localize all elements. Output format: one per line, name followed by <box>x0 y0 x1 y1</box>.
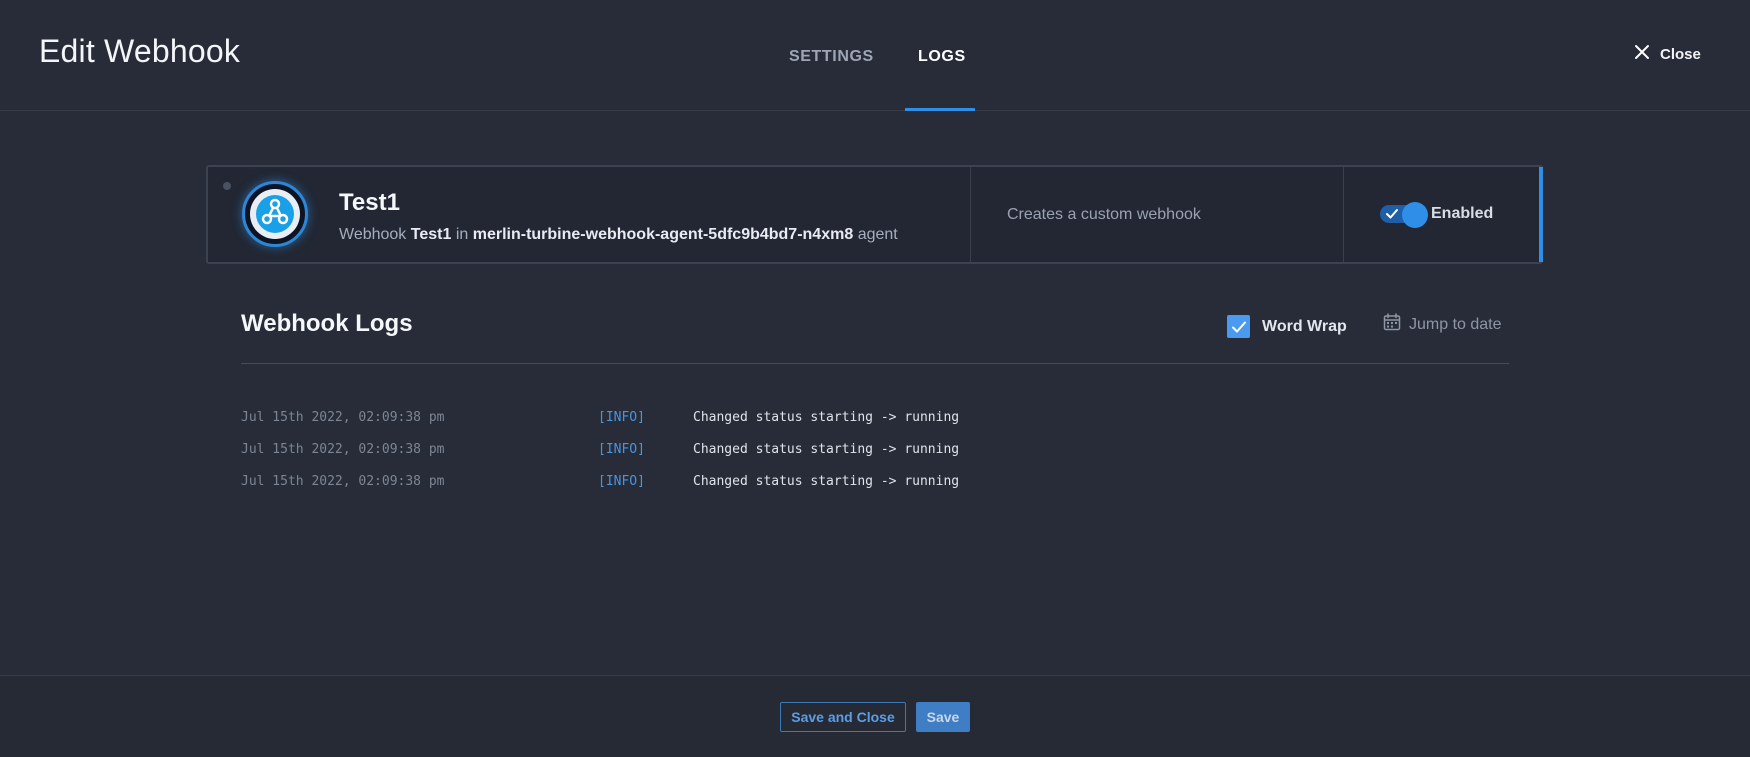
log-row: Jul 15th 2022, 02:09:38 pm [INFO] Change… <box>241 474 1509 494</box>
subtitle-suffix: agent <box>857 226 898 243</box>
log-timestamp: Jul 15th 2022, 02:09:38 pm <box>241 442 445 457</box>
subtitle-agent-name: merlin-turbine-webhook-agent-5dfc9b4bd7-… <box>472 226 854 243</box>
toggle-knob <box>1402 202 1428 228</box>
webhook-description: Creates a custom webhook <box>1007 206 1201 223</box>
log-level: [INFO] <box>598 442 645 457</box>
tab-logs[interactable]: LOGS <box>918 48 966 66</box>
webhook-card: Test1 Webhook Test1 in merlin-turbine-we… <box>206 165 1543 264</box>
webhook-icon <box>250 189 300 239</box>
close-button[interactable]: Close <box>1634 44 1701 65</box>
card-divider <box>970 167 971 262</box>
active-tab-indicator <box>905 108 975 111</box>
webhook-subtitle: Webhook Test1 in merlin-turbine-webhook-… <box>339 226 898 244</box>
log-level: [INFO] <box>598 474 645 489</box>
log-message: Changed status starting -> running <box>693 442 960 457</box>
log-row: Jul 15th 2022, 02:09:38 pm [INFO] Change… <box>241 410 1509 430</box>
logs-title: Webhook Logs <box>241 310 413 337</box>
log-row: Jul 15th 2022, 02:09:38 pm [INFO] Change… <box>241 442 1509 462</box>
jump-to-date-button[interactable]: Jump to date <box>1383 313 1502 336</box>
page-title: Edit Webhook <box>39 33 241 69</box>
check-icon <box>1386 209 1398 219</box>
status-dot <box>223 182 231 190</box>
save-button[interactable]: Save <box>916 702 970 732</box>
log-message: Changed status starting -> running <box>693 474 960 489</box>
jump-to-date-label: Jump to date <box>1409 315 1502 333</box>
card-divider <box>1343 167 1344 262</box>
subtitle-prefix: Webhook <box>339 226 407 243</box>
enabled-label: Enabled <box>1431 205 1494 222</box>
save-and-close-button[interactable]: Save and Close <box>780 702 906 732</box>
tab-settings[interactable]: SETTINGS <box>789 48 874 66</box>
enabled-toggle[interactable] <box>1380 202 1428 228</box>
webhook-name: Test1 <box>339 189 400 216</box>
calendar-icon <box>1383 313 1401 336</box>
webhook-avatar <box>242 181 308 247</box>
log-message: Changed status starting -> running <box>693 410 960 425</box>
log-timestamp: Jul 15th 2022, 02:09:38 pm <box>241 410 445 425</box>
footer: Save and Close Save <box>0 675 1750 757</box>
word-wrap-checkbox[interactable]: Word Wrap <box>1227 315 1347 338</box>
close-label: Close <box>1660 46 1701 63</box>
close-icon <box>1634 44 1650 65</box>
card-accent-bar <box>1539 167 1543 262</box>
log-timestamp: Jul 15th 2022, 02:09:38 pm <box>241 474 445 489</box>
log-level: [INFO] <box>598 410 645 425</box>
checkbox-checked-icon <box>1227 315 1250 338</box>
header: Edit Webhook SETTINGS LOGS Close <box>0 0 1750 111</box>
logs-divider <box>241 363 1509 364</box>
subtitle-webhook-name: Test1 <box>410 226 452 243</box>
subtitle-in: in <box>455 226 469 243</box>
word-wrap-label: Word Wrap <box>1262 317 1347 335</box>
